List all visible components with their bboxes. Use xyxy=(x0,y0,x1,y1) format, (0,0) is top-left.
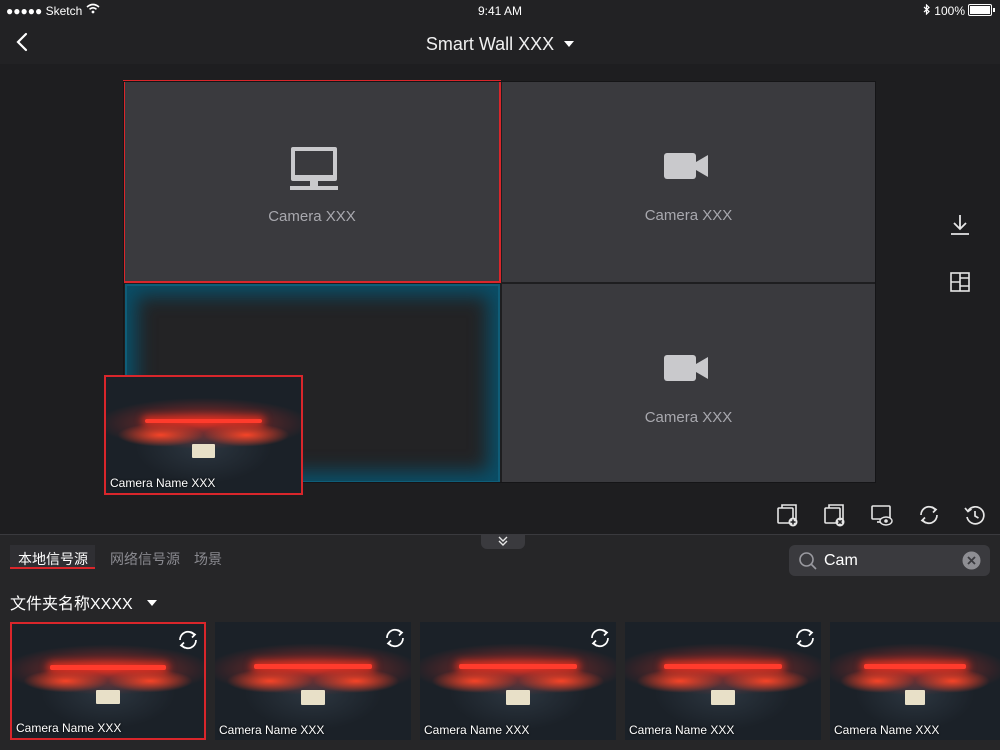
license-plate xyxy=(191,444,216,459)
add-window-button[interactable] xyxy=(776,503,800,527)
refresh-icon[interactable] xyxy=(176,628,200,652)
caret-down-icon xyxy=(564,41,575,47)
tail-light xyxy=(145,418,262,424)
remove-window-button[interactable] xyxy=(823,503,847,527)
tab-scenes[interactable]: 场景 xyxy=(194,549,222,569)
folder-name: 文件夹名称XXXX xyxy=(10,596,133,613)
add-window-icon xyxy=(777,504,798,527)
wall-toolbar xyxy=(0,495,1000,535)
license-plate xyxy=(711,690,735,705)
dragging-camera-preview[interactable]: Camera Name XXX xyxy=(104,375,303,495)
video-camera-icon xyxy=(664,355,708,381)
page-title: Smart Wall XXX xyxy=(425,34,555,54)
license-plate xyxy=(301,690,325,705)
screen-label: Camera XXX xyxy=(644,409,733,426)
wall-screen-2[interactable]: Camera XXX xyxy=(502,82,875,282)
wall-screen-4[interactable]: Camera XXX xyxy=(502,284,875,483)
folder-selector[interactable]: 文件夹名称XXXX xyxy=(10,590,157,614)
camera-name-label: Camera Name XXX xyxy=(834,723,940,737)
tail-light xyxy=(50,665,166,670)
camera-name-label: Camera Name XXX xyxy=(424,723,530,737)
preview-eye-icon xyxy=(871,505,893,526)
camera-thumbnail[interactable]: Camera Name XXX xyxy=(215,622,411,740)
layout-grid-icon xyxy=(950,272,970,292)
refresh-icon[interactable] xyxy=(793,626,817,650)
license-plate xyxy=(904,690,926,705)
search-box[interactable] xyxy=(789,545,990,576)
tab-local-sources[interactable]: 本地信号源 xyxy=(18,549,88,569)
tail-light xyxy=(459,664,577,670)
bluetooth-icon xyxy=(923,3,934,18)
search-input[interactable] xyxy=(822,550,961,572)
camera-thumbnail[interactable]: Camera Name XXX xyxy=(625,622,821,740)
download-button[interactable] xyxy=(948,213,972,237)
nav-bar: Smart Wall XXX xyxy=(0,22,1000,64)
caret-down-icon xyxy=(146,600,157,606)
clear-search-button[interactable] xyxy=(962,551,981,570)
history-icon xyxy=(964,505,985,525)
refresh-icon[interactable] xyxy=(383,626,407,650)
camera-name-label: Camera Name XXX xyxy=(629,723,735,737)
layout-button[interactable] xyxy=(948,270,972,294)
tail-light xyxy=(254,664,372,670)
camera-name-label: Camera Name XXX xyxy=(16,721,122,735)
refresh-button[interactable] xyxy=(917,503,941,527)
history-button[interactable] xyxy=(963,503,987,527)
clear-icon xyxy=(962,551,981,570)
camera-thumbnail[interactable]: Camera Name XXX xyxy=(830,622,1000,740)
search-icon xyxy=(799,552,817,570)
battery-icon xyxy=(968,4,995,16)
remove-window-icon xyxy=(824,504,845,527)
camera-thumbnail[interactable]: Camera Name XXX xyxy=(10,622,206,740)
screen-label: Camera XXX xyxy=(644,207,733,224)
tail-light xyxy=(664,664,782,670)
license-plate xyxy=(506,690,530,705)
video-camera-icon xyxy=(664,153,708,179)
collapse-panel-button[interactable] xyxy=(481,535,525,549)
battery-status: 100% xyxy=(923,3,995,18)
double-chevron-down-icon xyxy=(498,536,508,546)
camera-name-label: Camera Name XXX xyxy=(110,476,216,490)
tail-light xyxy=(864,664,966,670)
preview-button[interactable] xyxy=(870,503,894,527)
status-time: 9:41 AM xyxy=(477,4,523,18)
download-icon xyxy=(951,215,969,235)
wall-selector[interactable]: Smart Wall XXX xyxy=(0,34,1000,55)
tab-network-sources[interactable]: 网络信号源 xyxy=(110,549,180,569)
battery-percent: 100% xyxy=(934,4,965,18)
monitor-icon xyxy=(290,147,338,190)
refresh-icon xyxy=(920,505,938,525)
camera-thumbnail[interactable]: Camera Name XXX xyxy=(420,622,616,740)
wall-screen-1[interactable]: Camera XXX xyxy=(123,80,501,283)
status-bar: ●●●●● Sketch 9:41 AM 100% xyxy=(0,0,1000,22)
active-tab-indicator xyxy=(10,567,95,569)
screen-label: Camera XXX xyxy=(268,208,356,225)
license-plate xyxy=(96,690,120,704)
camera-name-label: Camera Name XXX xyxy=(219,723,325,737)
refresh-icon[interactable] xyxy=(588,626,612,650)
